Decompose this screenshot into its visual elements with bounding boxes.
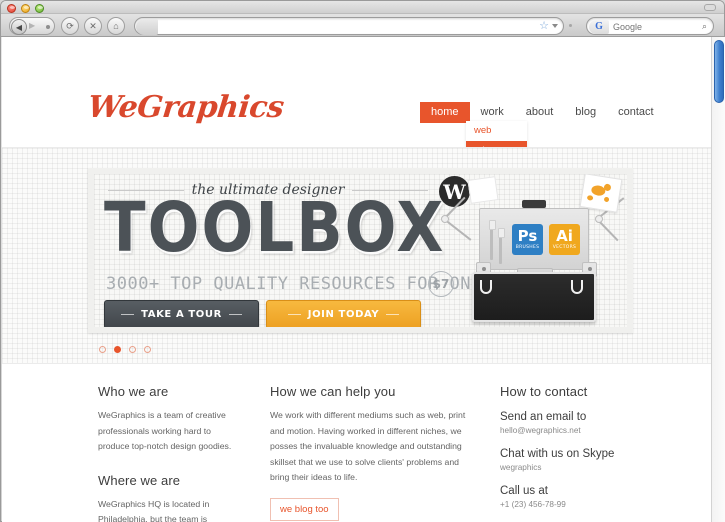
hero-title: TOOLBOX (104, 188, 446, 268)
paint-brush-icon (489, 220, 496, 260)
wordpress-icon: W (439, 176, 470, 207)
contact-skype: Chat with us on Skype wegraphics (500, 448, 670, 472)
browser-window: ◀ ▶ ⟳ ✕ ⌂ ☆ G ⌕ WeGraphics home (0, 0, 725, 522)
body-where-we-are: WeGraphics HQ is located in Philadelphia… (98, 498, 210, 522)
reload-icon[interactable]: ⟳ (61, 17, 79, 35)
window-minimize-button[interactable] (21, 3, 30, 13)
we-blog-too-button[interactable]: we blog too (270, 497, 339, 521)
take-a-tour-label: TAKE A TOUR (141, 309, 222, 320)
slider-dot-2[interactable] (114, 346, 121, 353)
ai-sublabel: VECTORS (552, 244, 577, 250)
page-viewport: WeGraphics home work about blog contact … (2, 37, 725, 522)
forward-icon[interactable]: ▶ (29, 21, 35, 30)
main-navigation: home work about blog contact (420, 102, 665, 123)
illustrator-vectors-icon: Ai VECTORS (549, 224, 580, 255)
slider-pagination (99, 346, 151, 353)
paint-splatter-paper-icon (579, 174, 623, 213)
hero-slider: the ultimate designer TOOLBOX 3000+ TOP … (88, 168, 633, 333)
toolbox-handle-icon (522, 200, 546, 208)
nav-item-home[interactable]: home (420, 102, 470, 123)
hero-slide: the ultimate designer TOOLBOX 3000+ TOP … (94, 174, 627, 327)
hero-section: the ultimate designer TOOLBOX 3000+ TOP … (2, 147, 711, 364)
window-titlebar (1, 1, 724, 14)
slider-dot-1[interactable] (99, 346, 106, 353)
web-page: WeGraphics home work about blog contact … (2, 37, 711, 522)
vertical-scrollbar[interactable] (711, 37, 725, 522)
ps-label: Ps (517, 226, 538, 245)
contact-skype-value[interactable]: wegraphics (500, 463, 670, 472)
toolbox-hook-right-icon (571, 280, 583, 294)
heading-how-to-contact: How to contact (500, 384, 588, 399)
search-input[interactable] (613, 18, 695, 36)
button-dash-right (386, 314, 400, 315)
paint-brush-icon (498, 228, 505, 264)
join-today-label: JOIN TODAY (307, 309, 380, 320)
window-resize-handle[interactable] (704, 4, 716, 11)
heading-who-we-are: Who we are (98, 384, 169, 399)
slider-dot-3[interactable] (129, 346, 136, 353)
search-icon[interactable]: ⌕ (702, 22, 707, 31)
contact-email-title: Send an email to (500, 411, 587, 423)
join-today-button[interactable]: JOIN TODAY (266, 300, 421, 327)
toolbar-separator (569, 24, 572, 27)
home-icon[interactable]: ⌂ (107, 17, 125, 35)
url-input[interactable] (162, 18, 533, 36)
site-favicon (136, 19, 158, 35)
back-forward-group: ◀ ▶ (9, 17, 55, 35)
ai-label: Ai (556, 226, 573, 245)
back-icon[interactable]: ◀ (11, 19, 27, 35)
content-columns: Who we are WeGraphics is a team of creat… (2, 365, 711, 522)
button-dash-left (287, 314, 301, 315)
splatter-blob (603, 183, 612, 192)
contact-phone-title: Call us at (500, 485, 548, 497)
body-who-we-are: WeGraphics is a team of creative profess… (98, 410, 232, 451)
arm-joint-right-icon (595, 215, 603, 223)
slider-dot-4[interactable] (144, 346, 151, 353)
url-bar[interactable]: ☆ (134, 17, 564, 36)
contact-phone-value: +1 (23) 456-78-99 (500, 500, 566, 509)
splatter-blob (586, 194, 594, 201)
nav-item-about[interactable]: about (515, 102, 565, 123)
photoshop-brushes-icon: Ps BRUSHES (512, 224, 543, 255)
submenu-item-web[interactable]: web (466, 121, 527, 141)
nav-item-work[interactable]: work (470, 102, 515, 123)
window-close-button[interactable] (7, 3, 16, 13)
splatter-blob (603, 196, 610, 203)
contact-skype-title: Chat with us on Skype (500, 448, 615, 460)
heading-how-we-can-help: How we can help you (270, 384, 396, 399)
nav-item-contact[interactable]: contact (607, 102, 664, 123)
column-services: How we can help you We work with differe… (270, 365, 470, 521)
button-dash-left (121, 314, 135, 315)
arm-joint-left-icon (441, 215, 449, 223)
toolbox-hook-left-icon (480, 280, 492, 294)
window-maximize-button[interactable] (35, 3, 44, 13)
scrollbar-thumb[interactable] (714, 40, 724, 103)
button-dash-right (228, 314, 242, 315)
google-icon[interactable]: G (589, 20, 609, 34)
bookmark-dropdown-icon[interactable] (552, 24, 558, 28)
column-contact: How to contact Send an email to hello@we… (500, 365, 670, 522)
contact-email-value[interactable]: hello@wegraphics.net (500, 426, 670, 435)
browser-toolbar: ◀ ▶ ⟳ ✕ ⌂ ☆ G ⌕ (1, 14, 724, 37)
bookmark-star-icon[interactable]: ☆ (539, 21, 549, 32)
heading-where-we-are: Where we are (98, 472, 181, 488)
ps-sublabel: BRUSHES (515, 244, 540, 250)
toolbox-illustration: Ps BRUSHES Ai VECTORS W (439, 174, 627, 327)
site-header: WeGraphics home work about blog contact … (2, 37, 711, 199)
site-logo[interactable]: WeGraphics (86, 90, 285, 125)
contact-phone: Call us at +1 (23) 456-78-99 (500, 485, 670, 509)
paper-sheet-icon (467, 176, 499, 204)
nav-item-blog[interactable]: blog (564, 102, 607, 123)
stop-icon[interactable]: ✕ (84, 17, 102, 35)
search-bar[interactable]: G ⌕ (586, 17, 714, 36)
body-how-we-can-help: We work with different mediums such as w… (270, 410, 466, 482)
column-about: Who we are WeGraphics is a team of creat… (98, 365, 243, 522)
contact-email: Send an email to hello@wegraphics.net (500, 411, 670, 435)
take-a-tour-button[interactable]: TAKE A TOUR (104, 300, 259, 327)
history-dropdown-icon[interactable] (46, 25, 50, 29)
